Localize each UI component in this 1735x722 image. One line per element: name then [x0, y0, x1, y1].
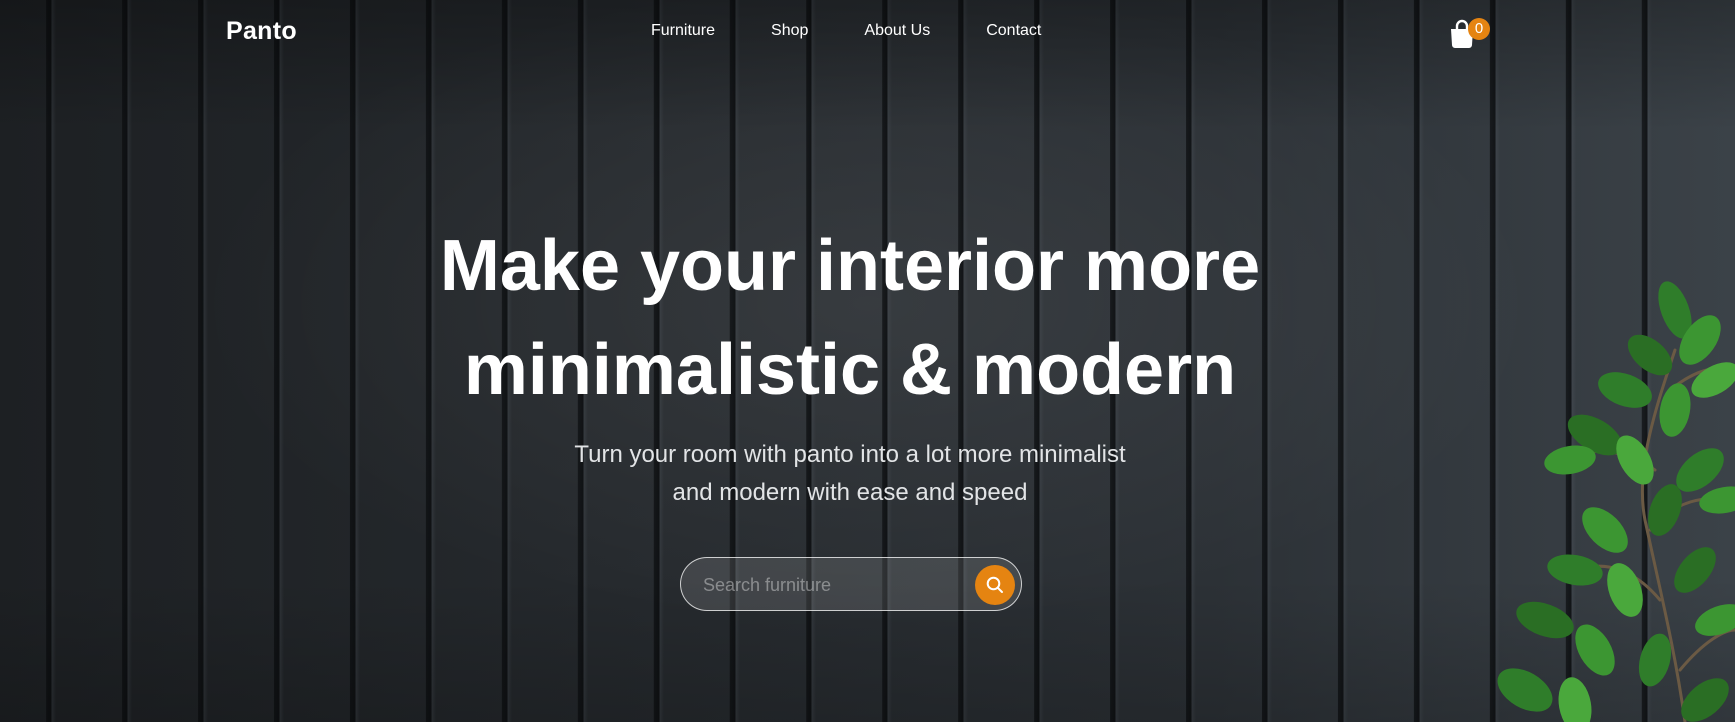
top-navbar: Panto Furniture Shop About Us Contact 0 — [0, 0, 1735, 66]
nav-link-furniture[interactable]: Furniture — [651, 22, 715, 40]
hero-headline: Make your interior more minimalistic & m… — [0, 214, 1700, 422]
brand-logo[interactable]: Panto — [226, 17, 297, 46]
search-icon — [986, 576, 1003, 593]
search-button[interactable] — [975, 565, 1015, 605]
subtitle-line-1: Turn your room with panto into a lot mor… — [574, 441, 1126, 468]
cart-count-badge: 0 — [1468, 18, 1490, 40]
nav-link-about-us[interactable]: About Us — [864, 22, 930, 40]
hero-section: Panto Furniture Shop About Us Contact 0 … — [0, 0, 1735, 722]
cart-button[interactable]: 0 — [1449, 17, 1490, 51]
hero-subtitle: Turn your room with panto into a lot mor… — [0, 436, 1700, 512]
nav-link-shop[interactable]: Shop — [771, 22, 808, 40]
search-bar — [680, 557, 1022, 611]
nav-link-contact[interactable]: Contact — [986, 22, 1041, 40]
headline-line-1: Make your interior more — [439, 226, 1261, 306]
subtitle-line-2: and modern with ease and speed — [672, 479, 1028, 506]
main-menu: Furniture Shop About Us Contact — [651, 22, 1041, 40]
headline-line-2: minimalistic & modern — [463, 330, 1237, 410]
search-input[interactable] — [701, 570, 955, 600]
